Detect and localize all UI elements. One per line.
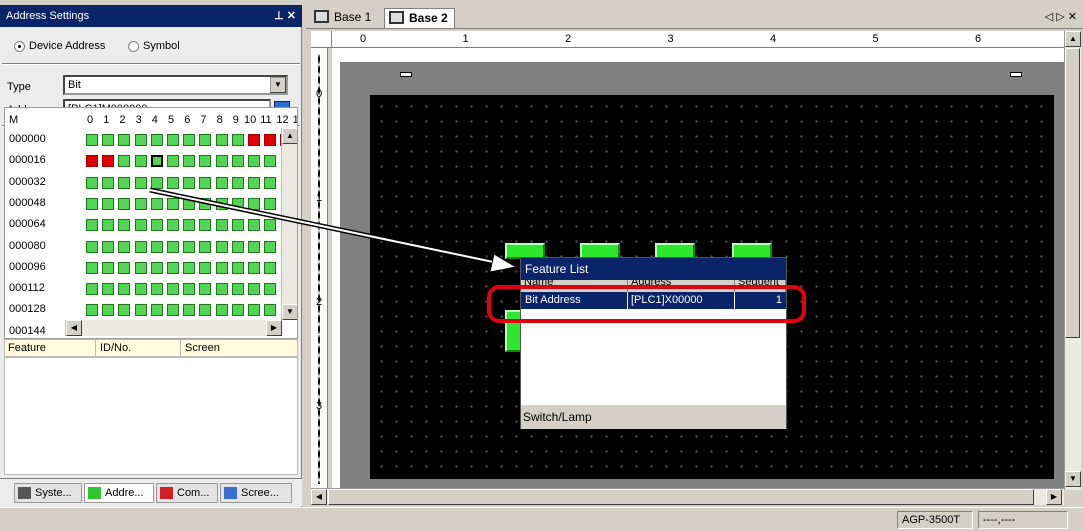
pointer-arrow: [149, 187, 518, 273]
status-model: AGP-3500T: [897, 511, 973, 529]
status-bar: AGP-3500T ----,----: [0, 507, 1083, 531]
status-coords: ----,----: [978, 511, 1068, 529]
